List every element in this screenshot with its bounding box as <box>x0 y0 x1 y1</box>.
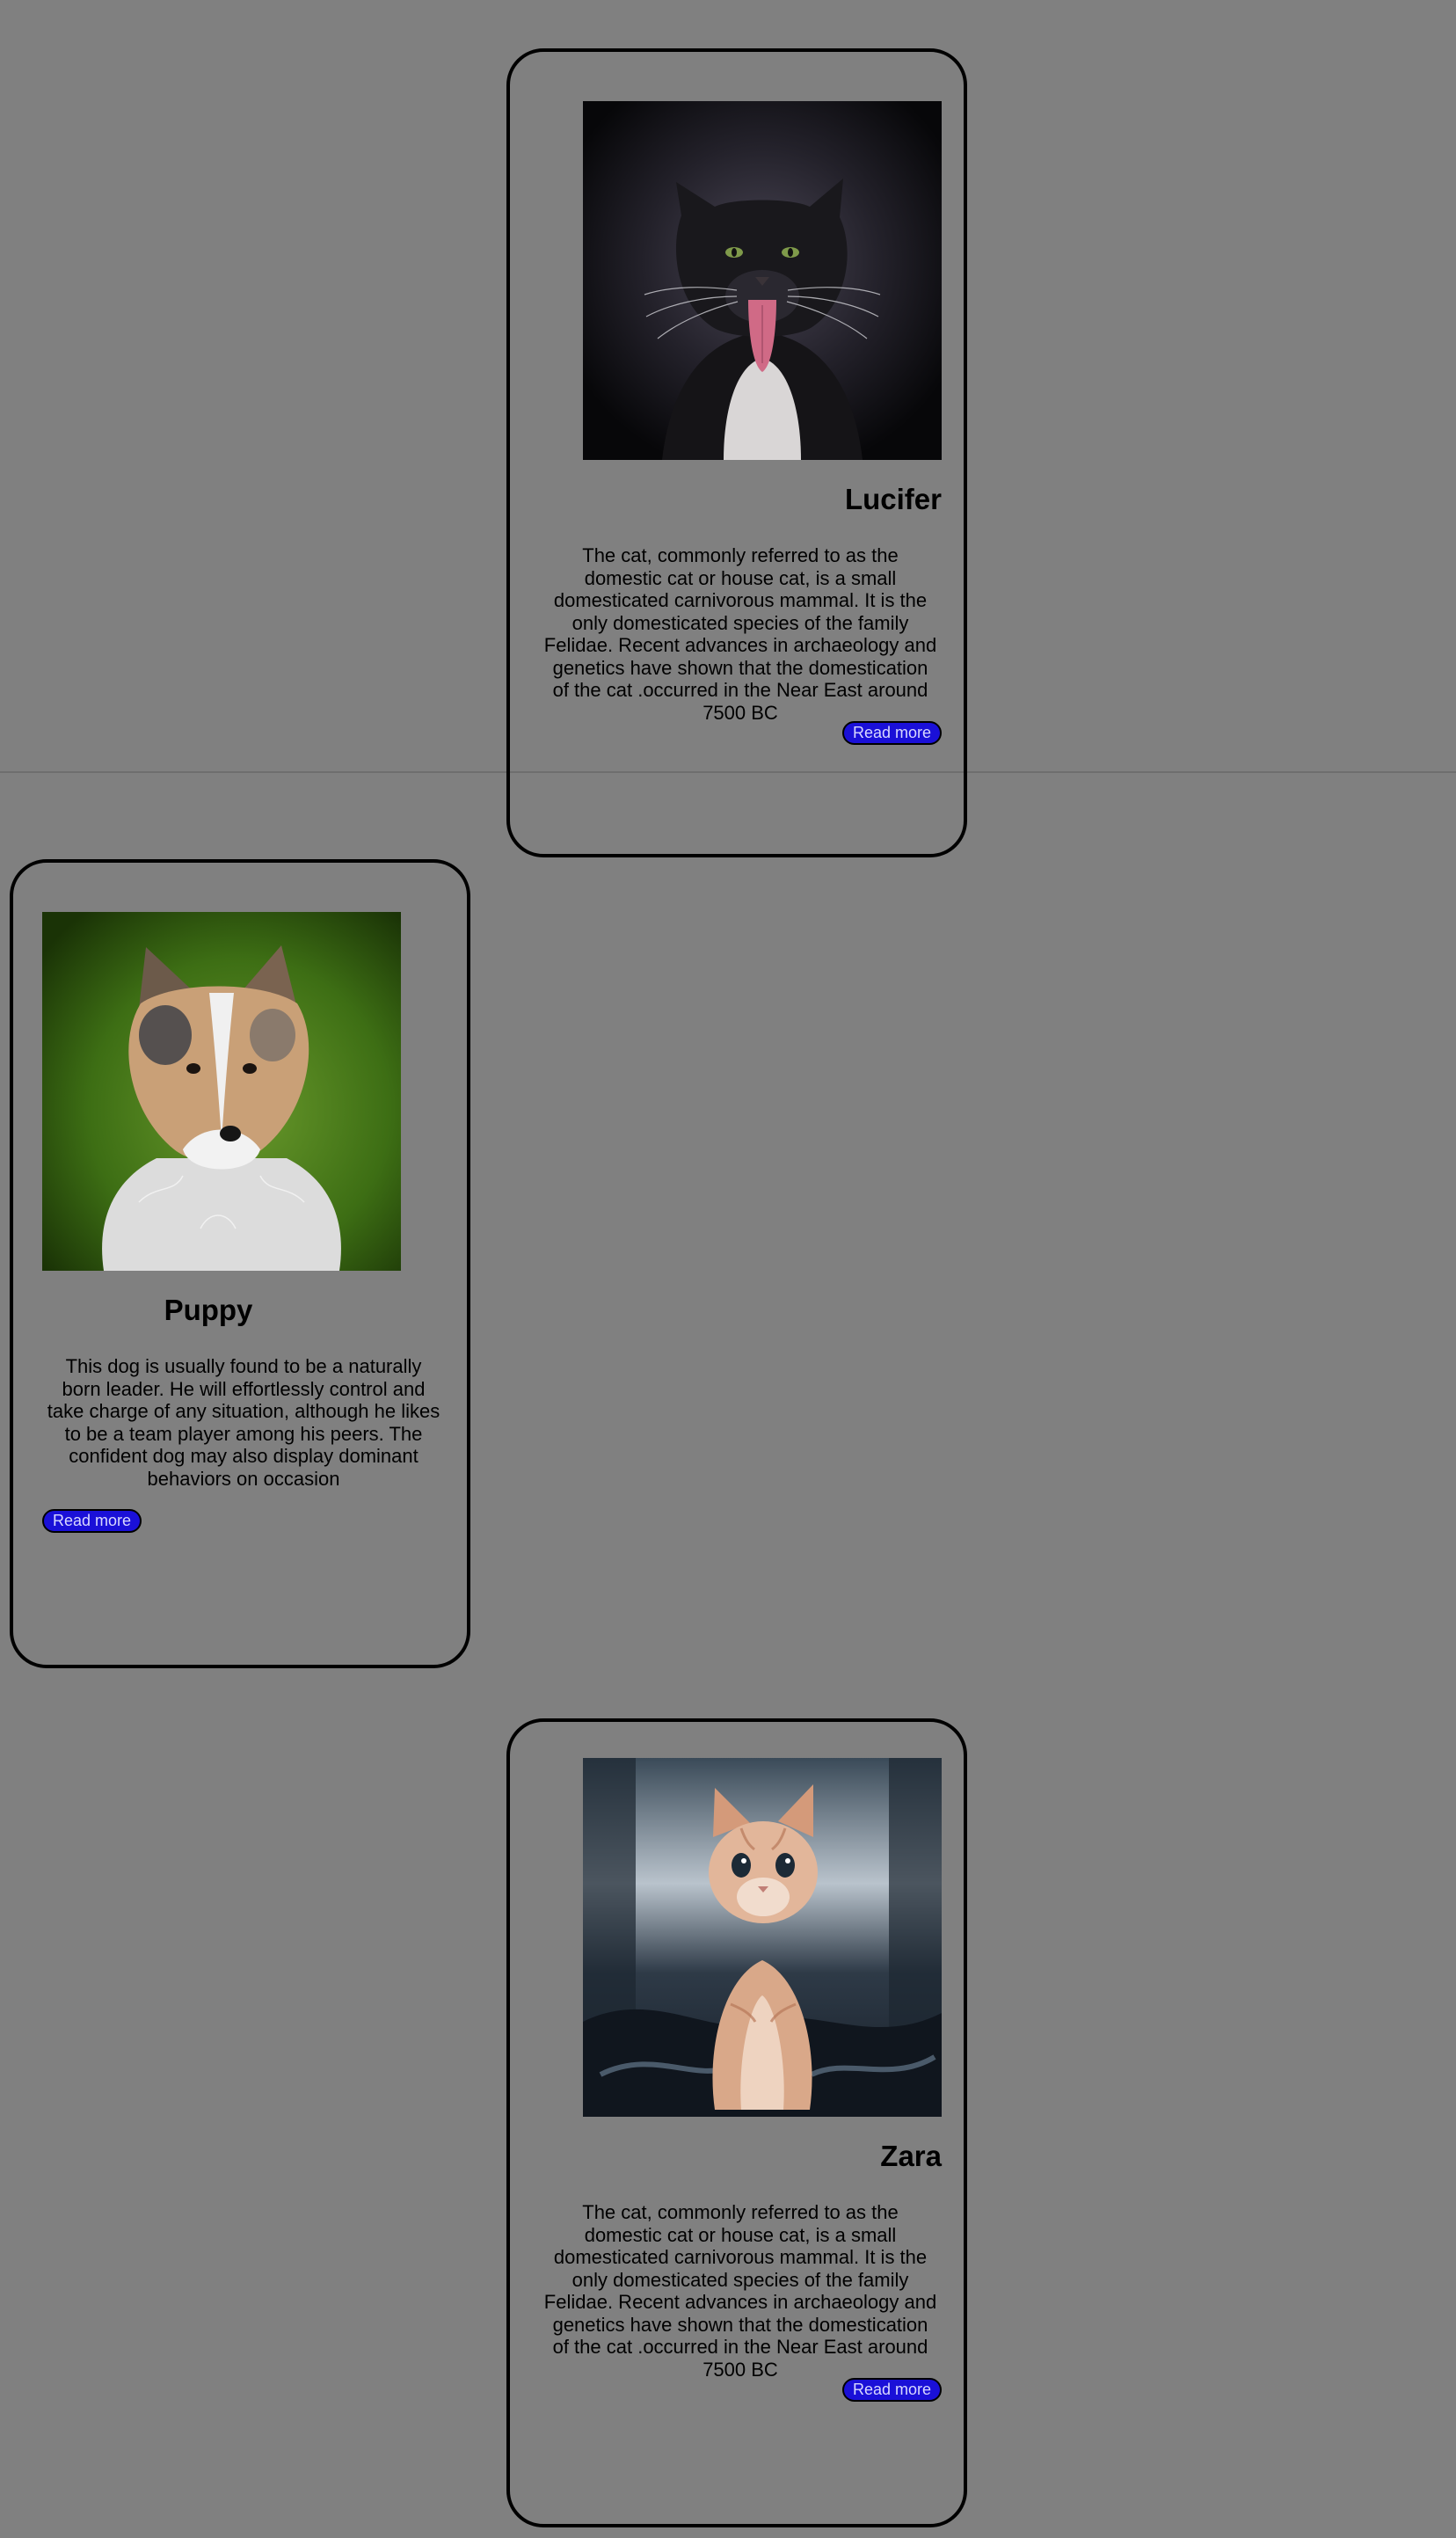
pet-card-zara: Zara The cat, commonly referred to as th… <box>506 1718 967 2527</box>
pet-name: Zara <box>880 2140 942 2172</box>
pet-name: Puppy <box>164 1294 253 1326</box>
lucifer-photo <box>583 101 942 460</box>
read-more-button[interactable]: Read more <box>841 721 942 745</box>
zara-photo <box>583 1758 942 2117</box>
pet-description: The cat, commonly referred to as the dom… <box>543 544 937 724</box>
pet-card-puppy: Puppy This dog is usually found to be a … <box>10 859 470 1668</box>
puppy-photo <box>42 912 401 1271</box>
pet-description: This dog is usually found to be a natura… <box>47 1355 440 1490</box>
read-more-button[interactable]: Read more <box>841 2378 942 2402</box>
read-more-button[interactable]: Read more <box>42 1509 142 1533</box>
pet-name: Lucifer <box>844 483 942 515</box>
pet-description: The cat, commonly referred to as the dom… <box>543 2201 937 2381</box>
pet-card-lucifer: Lucifer The cat, commonly referred to as… <box>506 48 967 857</box>
